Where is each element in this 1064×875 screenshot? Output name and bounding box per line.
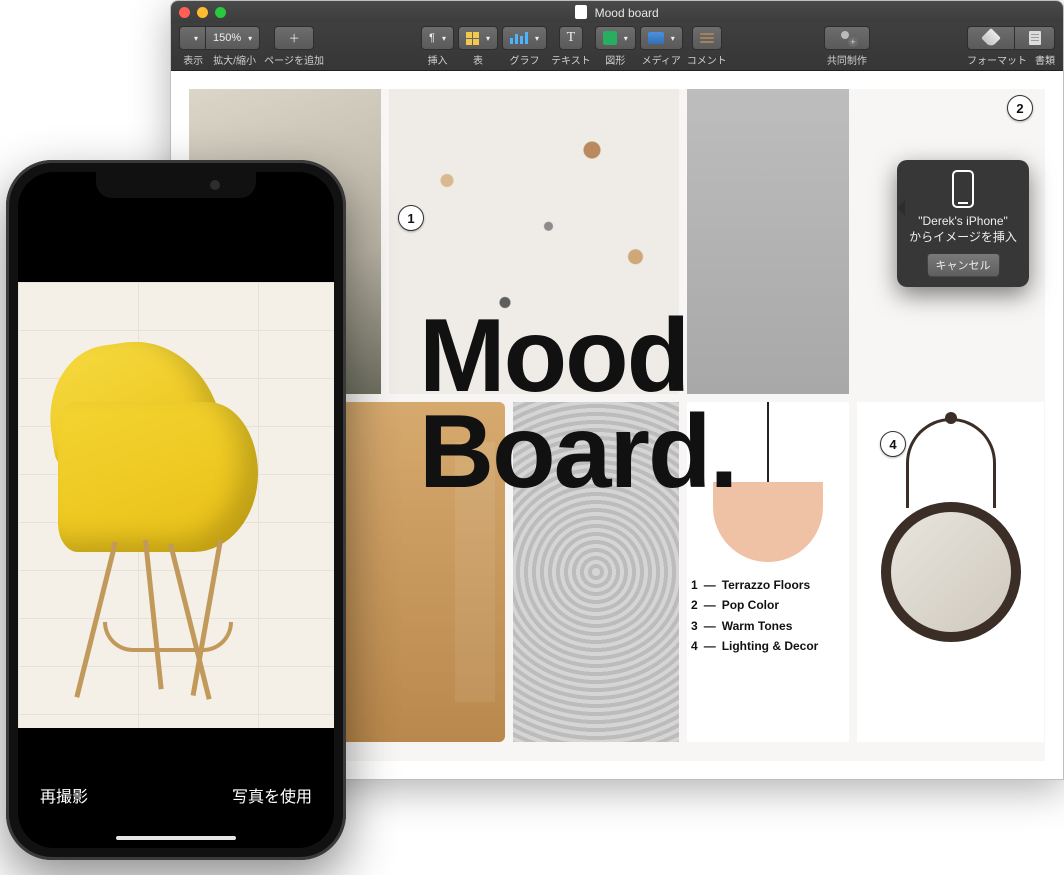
media-menu-button[interactable]: ▾	[640, 26, 683, 50]
popover-line1: "Derek's iPhone"	[905, 214, 1021, 228]
comment-icon	[700, 33, 714, 43]
callout-badge-1[interactable]: 1	[398, 205, 424, 231]
iphone-outline-icon	[952, 170, 974, 208]
legend-row: 4—Lighting & Decor	[691, 636, 843, 656]
toolbar: ▾ 150% ▾ 表示 拡大/縮小 ＋ ページを追加 ¶▾ 挿入	[171, 23, 1063, 71]
cancel-label: キャンセル	[936, 260, 991, 272]
text-button[interactable]: T	[559, 26, 584, 50]
iphone-device: 再撮影 写真を使用	[6, 160, 346, 860]
document-inspector-button[interactable]	[1015, 26, 1055, 50]
add-page-button[interactable]: ＋	[274, 26, 314, 50]
cancel-button[interactable]: キャンセル	[927, 253, 1000, 277]
legend-row: 2—Pop Color	[691, 595, 843, 615]
iphone-screen: 再撮影 写真を使用	[18, 172, 334, 848]
lamp-shade	[713, 482, 823, 562]
view-menu-button[interactable]: ▾	[179, 26, 206, 50]
collaborate-label: 共同制作	[827, 52, 867, 67]
mirror-frame	[881, 502, 1021, 642]
continuity-popover: "Derek's iPhone" からイメージを挿入 キャンセル	[897, 160, 1029, 287]
use-photo-button[interactable]: 写真を使用	[232, 783, 312, 807]
table-label: 表	[473, 52, 483, 67]
chevron-down-icon: ▾	[194, 34, 198, 43]
lamp-cord	[767, 402, 769, 482]
callout-badge-2[interactable]: 2	[1007, 95, 1033, 121]
insert-menu-button[interactable]: ¶▾	[421, 26, 454, 50]
table-menu-button[interactable]: ▾	[458, 26, 498, 50]
add-page-label: ページを追加	[264, 52, 324, 67]
legend-row: 3—Warm Tones	[691, 616, 843, 636]
shape-menu-button[interactable]: ▾	[595, 26, 636, 50]
chair-leg-brace	[103, 622, 233, 652]
insert-label: 挿入	[428, 52, 448, 67]
shape-icon	[603, 31, 617, 45]
home-indicator[interactable]	[116, 836, 236, 840]
document-inspector-icon	[1029, 31, 1041, 45]
format-inspector-button[interactable]	[967, 26, 1015, 50]
format-icon	[981, 28, 1001, 48]
iphone-notch	[96, 172, 256, 198]
window-title-text: Mood board	[595, 6, 659, 20]
legend-box[interactable]: 1—Terrazzo Floors 2—Pop Color 3—Warm Ton…	[687, 567, 847, 665]
chevron-down-icon: ▾	[624, 34, 628, 43]
media-label: メディア	[642, 52, 681, 67]
text-label: テキスト	[551, 52, 591, 67]
chair-seat	[58, 402, 258, 552]
shape-label: 図形	[605, 52, 625, 67]
image-fur[interactable]	[513, 402, 679, 742]
chart-menu-button[interactable]: ▾	[502, 26, 547, 50]
zoom-value: 150%	[213, 32, 241, 44]
callout-badge-4[interactable]: 4	[880, 431, 906, 457]
collaborate-icon	[838, 31, 856, 45]
camera-actions: 再撮影 写真を使用	[18, 770, 334, 820]
mirror-strap	[906, 418, 996, 508]
chevron-down-icon: ▾	[486, 34, 490, 43]
document-label: 書類	[1035, 52, 1055, 67]
chevron-down-icon: ▾	[248, 34, 252, 43]
chevron-down-icon: ▾	[535, 34, 539, 43]
window-title: Mood board	[171, 5, 1063, 20]
plus-icon: ＋	[289, 30, 300, 46]
zoom-label: 拡大/縮小	[213, 52, 256, 67]
image-terrazzo[interactable]	[389, 89, 679, 394]
collaborate-button[interactable]	[824, 26, 870, 50]
table-icon	[466, 32, 479, 45]
text-icon: T	[567, 30, 576, 46]
chart-label: グラフ	[510, 52, 540, 67]
paragraph-icon: ¶	[429, 32, 435, 44]
format-label: フォーマット	[967, 52, 1027, 67]
zoom-menu-button[interactable]: 150% ▾	[206, 26, 260, 50]
comment-label: コメント	[687, 52, 727, 67]
view-label: 表示	[183, 52, 203, 67]
chart-icon	[510, 32, 528, 44]
image-concrete[interactable]	[687, 89, 849, 394]
retake-button[interactable]: 再撮影	[40, 783, 88, 807]
legend-row: 1—Terrazzo Floors	[691, 575, 843, 595]
chevron-down-icon: ▾	[671, 34, 675, 43]
popover-line2: からイメージを挿入	[905, 228, 1021, 245]
document-icon	[575, 5, 587, 19]
media-icon	[648, 32, 664, 44]
titlebar: Mood board	[171, 1, 1063, 23]
comment-button[interactable]	[692, 26, 722, 50]
camera-preview[interactable]	[18, 282, 334, 728]
chevron-down-icon: ▾	[442, 34, 446, 43]
